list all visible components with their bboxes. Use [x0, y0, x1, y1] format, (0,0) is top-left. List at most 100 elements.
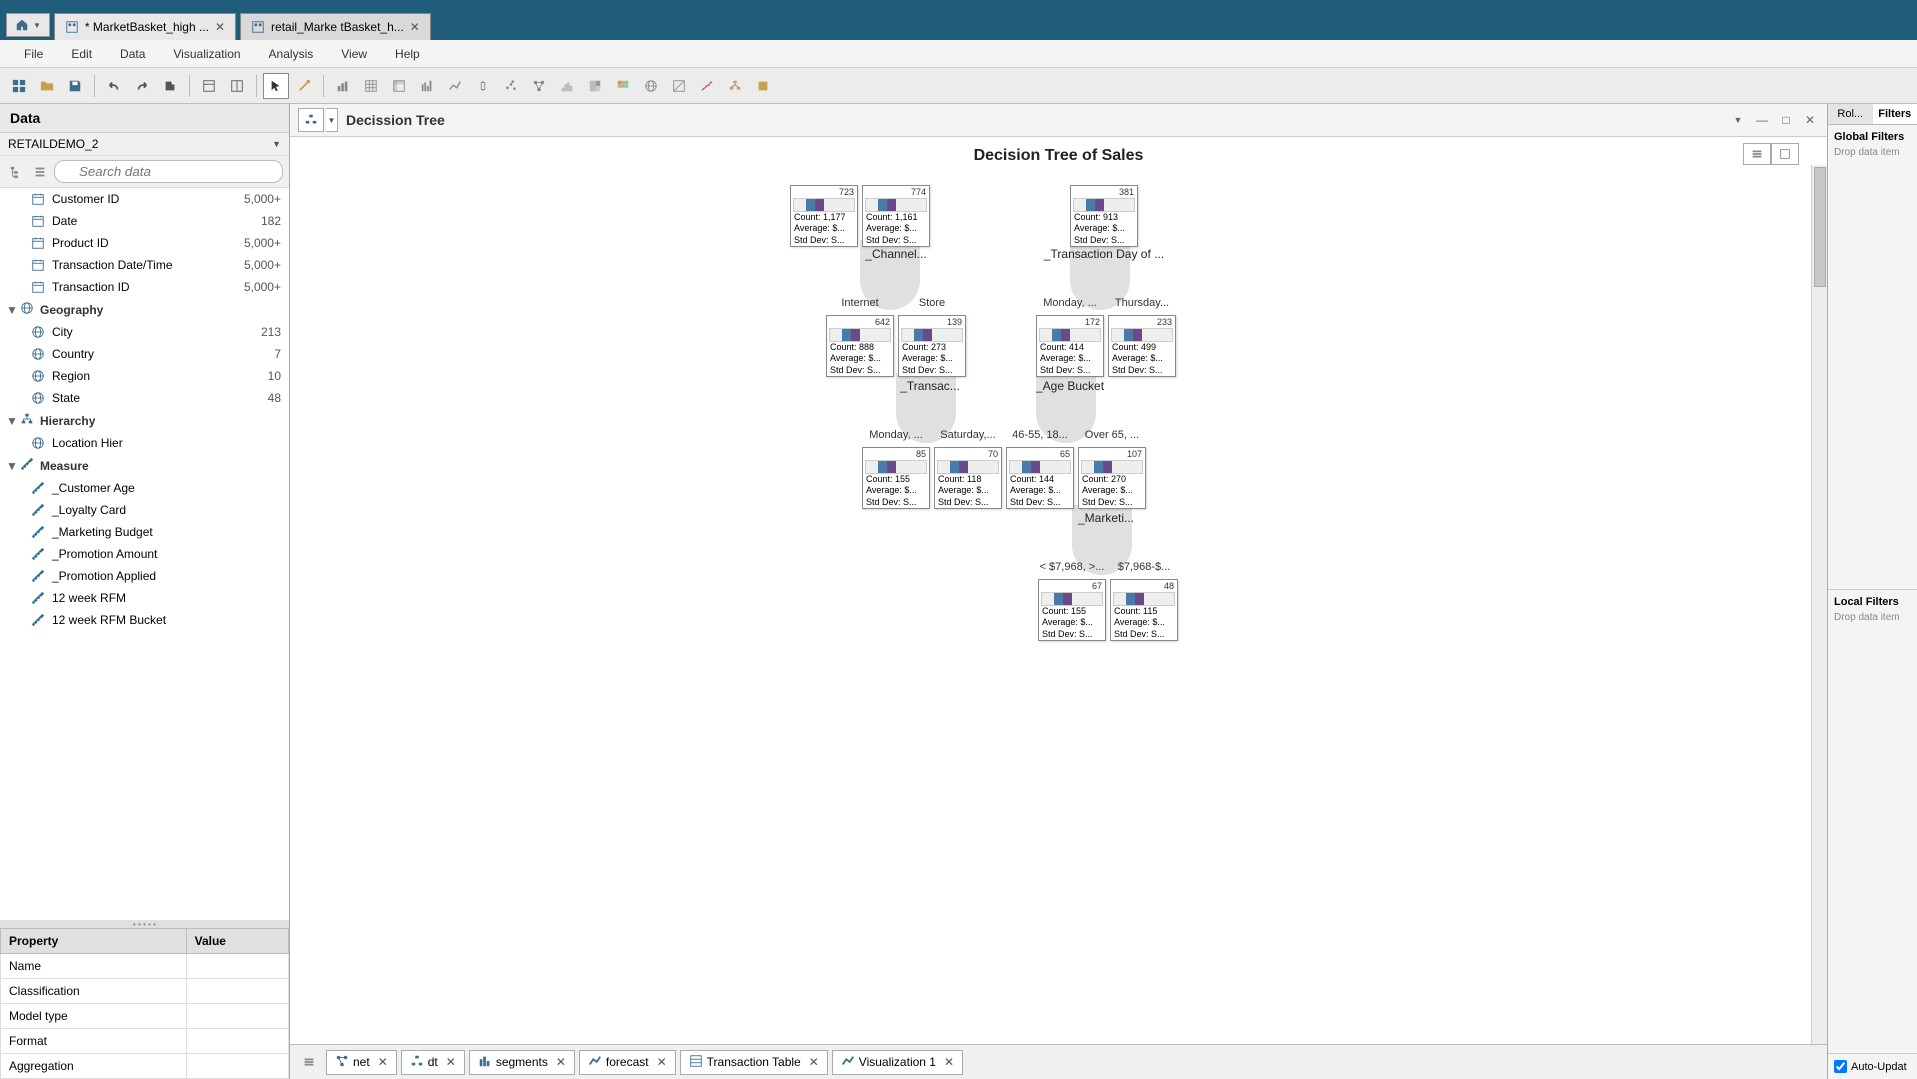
- close-icon[interactable]: ✕: [378, 1055, 388, 1069]
- scrollbar-thumb[interactable]: [1814, 167, 1826, 287]
- data-item[interactable]: State48: [0, 387, 289, 409]
- worksheet-tab[interactable]: net✕: [326, 1050, 397, 1075]
- worksheet-tab[interactable]: forecast✕: [579, 1050, 676, 1075]
- maximize-button[interactable]: □: [1777, 111, 1795, 129]
- property-row[interactable]: Classification: [1, 979, 289, 1004]
- vis-treemap-button[interactable]: [582, 73, 608, 99]
- canvas-body[interactable]: Decision Tree of Sales 723Count: 1,177Av…: [290, 137, 1827, 1044]
- data-item[interactable]: 12 week RFM Bucket: [0, 609, 289, 631]
- data-tree[interactable]: Customer ID5,000+Date182Product ID5,000+…: [0, 188, 289, 920]
- vis-geo-button[interactable]: [638, 73, 664, 99]
- tree-node[interactable]: 139Count: 273Average: $...Std Dev: S...: [898, 315, 966, 377]
- property-row[interactable]: Model type: [1, 1004, 289, 1029]
- scrollbar-track[interactable]: [1811, 165, 1827, 1044]
- data-item[interactable]: Region10: [0, 365, 289, 387]
- close-icon[interactable]: ✕: [215, 20, 225, 34]
- vis-table-button[interactable]: [358, 73, 384, 99]
- layout1-button[interactable]: [196, 73, 222, 99]
- vis-corr-button[interactable]: [666, 73, 692, 99]
- data-item[interactable]: _Customer Age: [0, 477, 289, 499]
- property-value[interactable]: [186, 1054, 288, 1079]
- tab-menu-button[interactable]: [296, 1049, 322, 1075]
- vis-type-dropdown[interactable]: ▼: [326, 108, 338, 132]
- pointer-button[interactable]: [263, 73, 289, 99]
- close-icon[interactable]: ✕: [944, 1055, 954, 1069]
- canvas-menu-button[interactable]: ▼: [1729, 111, 1747, 129]
- vis-type-button[interactable]: [298, 108, 324, 132]
- menu-help[interactable]: Help: [381, 43, 434, 65]
- data-source-selector[interactable]: RETAILDEMO_2 ▼: [0, 133, 289, 156]
- property-value[interactable]: [186, 1029, 288, 1054]
- global-filters-drop[interactable]: Drop data item: [1834, 147, 1911, 158]
- worksheet-tab[interactable]: dt✕: [401, 1050, 465, 1075]
- worksheet-tab[interactable]: Visualization 1✕: [832, 1050, 963, 1075]
- data-item[interactable]: _Loyalty Card: [0, 499, 289, 521]
- menu-analysis[interactable]: Analysis: [255, 43, 328, 65]
- data-item[interactable]: City213: [0, 321, 289, 343]
- tab-filters[interactable]: Filters: [1873, 104, 1917, 124]
- auto-update-checkbox[interactable]: [1834, 1060, 1847, 1073]
- tree-node[interactable]: 48Count: 115Average: $...Std Dev: S...: [1110, 579, 1178, 641]
- tree-node[interactable]: 107Count: 270Average: $...Std Dev: S...: [1078, 447, 1146, 509]
- vis-bar-button[interactable]: [330, 73, 356, 99]
- tree-node[interactable]: 67Count: 155Average: $...Std Dev: S...: [1038, 579, 1106, 641]
- vis-bars2-button[interactable]: [414, 73, 440, 99]
- tree-node[interactable]: 642Count: 888Average: $...Std Dev: S...: [826, 315, 894, 377]
- data-list-button[interactable]: [30, 162, 50, 182]
- vis-scatter-button[interactable]: [498, 73, 524, 99]
- local-filters-drop[interactable]: Drop data item: [1834, 612, 1911, 623]
- data-item[interactable]: Transaction ID5,000+: [0, 276, 289, 298]
- tree-node[interactable]: 85Count: 155Average: $...Std Dev: S...: [862, 447, 930, 509]
- data-item[interactable]: _Promotion Amount: [0, 543, 289, 565]
- home-button[interactable]: ▼: [6, 13, 50, 37]
- property-value[interactable]: [186, 979, 288, 1004]
- search-input[interactable]: [54, 160, 283, 183]
- export-button[interactable]: [157, 73, 183, 99]
- tab-roles[interactable]: Rol...: [1828, 104, 1873, 124]
- vis-box-button[interactable]: [470, 73, 496, 99]
- window-tab[interactable]: * MarketBasket_high ...✕: [54, 13, 236, 40]
- close-icon[interactable]: ✕: [410, 20, 420, 34]
- vis-line-button[interactable]: [442, 73, 468, 99]
- vis-heatmap-button[interactable]: [610, 73, 636, 99]
- save-button[interactable]: [62, 73, 88, 99]
- worksheet-tab[interactable]: Transaction Table✕: [680, 1050, 828, 1075]
- vis-crosstab-button[interactable]: [386, 73, 412, 99]
- redo-button[interactable]: [129, 73, 155, 99]
- vis-reg-button[interactable]: [694, 73, 720, 99]
- data-item[interactable]: Transaction Date/Time5,000+: [0, 254, 289, 276]
- menu-file[interactable]: File: [10, 43, 57, 65]
- close-icon[interactable]: ✕: [556, 1055, 566, 1069]
- menu-visualization[interactable]: Visualization: [159, 43, 254, 65]
- data-item[interactable]: Country7: [0, 343, 289, 365]
- view-tree-button[interactable]: [1771, 143, 1799, 165]
- property-value[interactable]: [186, 1004, 288, 1029]
- vis-histogram-button[interactable]: [554, 73, 580, 99]
- vis-tree-button[interactable]: [722, 73, 748, 99]
- tree-node[interactable]: 774Count: 1,161Average: $...Std Dev: S..…: [862, 185, 930, 247]
- minimize-button[interactable]: —: [1753, 111, 1771, 129]
- data-group[interactable]: ▼Hierarchy: [0, 409, 289, 432]
- data-item[interactable]: Location Hier: [0, 432, 289, 454]
- layout2-button[interactable]: [224, 73, 250, 99]
- wand-button[interactable]: [291, 73, 317, 99]
- worksheet-tab[interactable]: segments✕: [469, 1050, 575, 1075]
- property-value[interactable]: [186, 954, 288, 979]
- decision-tree[interactable]: 723Count: 1,177Average: $...Std Dev: S..…: [290, 175, 1827, 795]
- tree-node[interactable]: 65Count: 144Average: $...Std Dev: S...: [1006, 447, 1074, 509]
- data-item[interactable]: Customer ID5,000+: [0, 188, 289, 210]
- property-row[interactable]: Aggregation: [1, 1054, 289, 1079]
- tree-node[interactable]: 172Count: 414Average: $...Std Dev: S...: [1036, 315, 1104, 377]
- menu-edit[interactable]: Edit: [57, 43, 106, 65]
- vis-custom-button[interactable]: [750, 73, 776, 99]
- close-button[interactable]: ✕: [1801, 111, 1819, 129]
- tree-node[interactable]: 233Count: 499Average: $...Std Dev: S...: [1108, 315, 1176, 377]
- window-tab[interactable]: retail_Marke tBasket_h...✕: [240, 13, 431, 40]
- vertical-splitter[interactable]: • • • • •: [0, 920, 289, 928]
- data-item[interactable]: Product ID5,000+: [0, 232, 289, 254]
- tree-node[interactable]: 723Count: 1,177Average: $...Std Dev: S..…: [790, 185, 858, 247]
- data-group[interactable]: ▼Geography: [0, 298, 289, 321]
- tree-node[interactable]: 381Count: 913Average: $...Std Dev: S...: [1070, 185, 1138, 247]
- view-list-button[interactable]: [1743, 143, 1771, 165]
- close-icon[interactable]: ✕: [446, 1055, 456, 1069]
